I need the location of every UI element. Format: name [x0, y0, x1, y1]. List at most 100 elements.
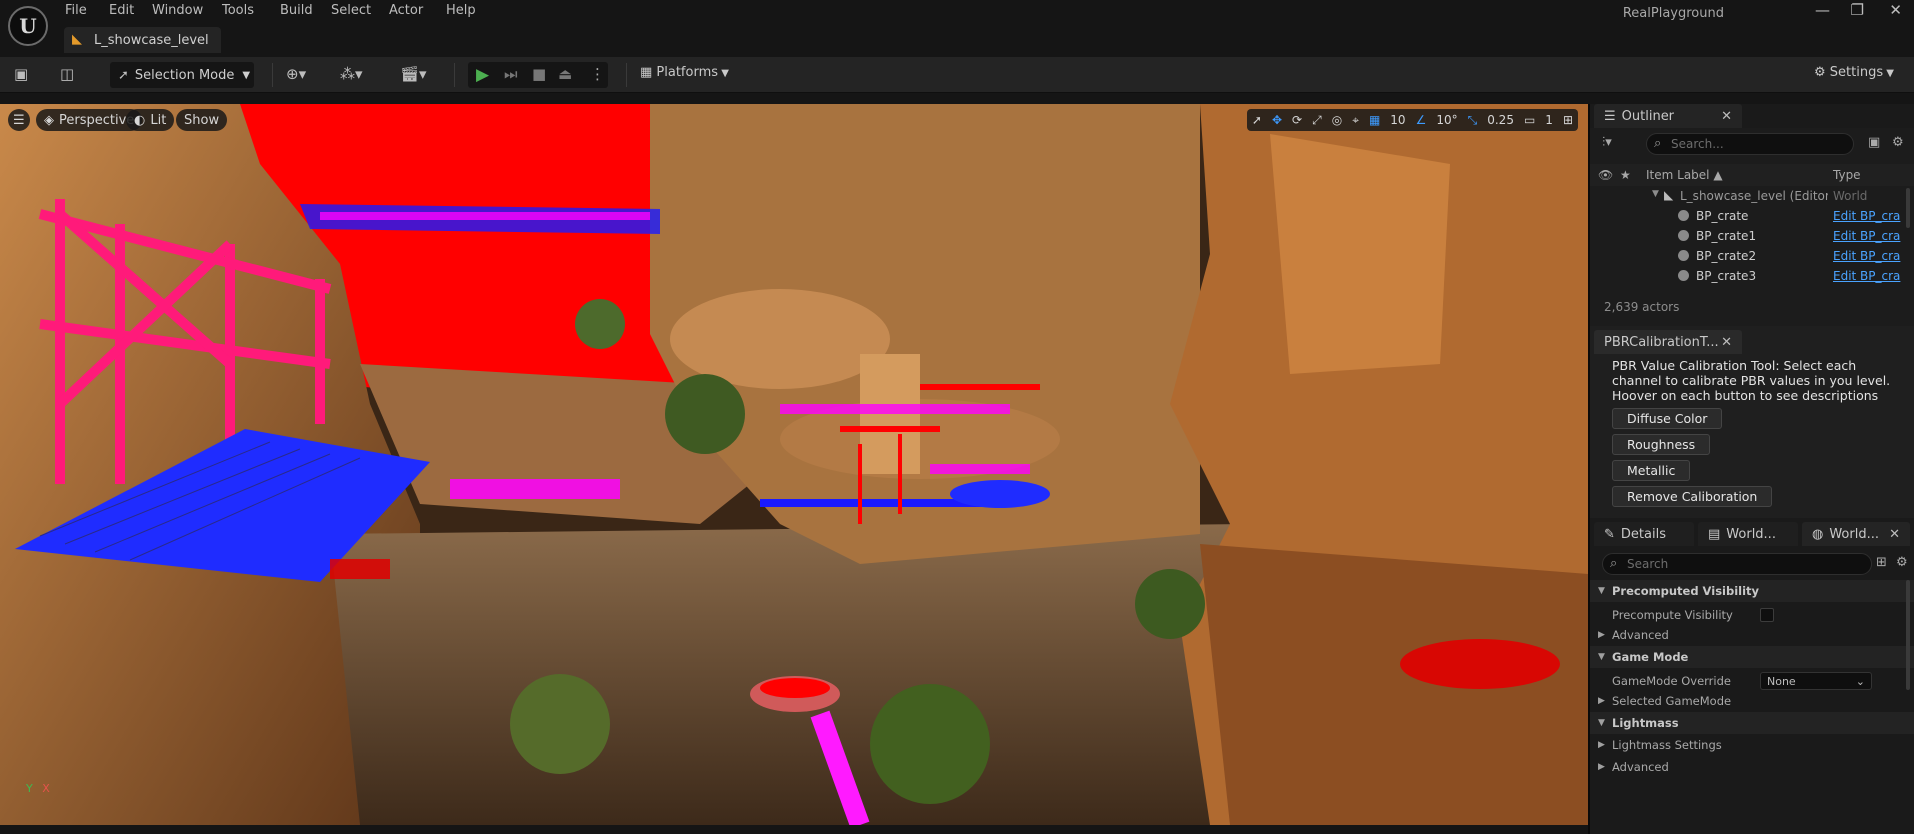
- transform-tools: ➚ ✥ ⟳ ⤢ ◎ ⌖ ▦ 10 ∠ 10° ⤡ 0.25 ▭ 1 ⊞: [1246, 109, 1578, 131]
- filter-icon[interactable]: ⫶▾: [1602, 135, 1612, 150]
- category-precomputed-visibility[interactable]: ▼ Precomputed Visibility: [1590, 580, 1914, 602]
- rotation-snap-icon[interactable]: ∠: [1411, 113, 1432, 127]
- add-folder-icon[interactable]: ▣: [1868, 135, 1880, 150]
- tab-world-settings[interactable]: ◍ World... ✕: [1802, 522, 1910, 546]
- close-icon[interactable]: ✕: [1721, 335, 1732, 350]
- save-icon[interactable]: ▣: [14, 65, 28, 83]
- tab-details[interactable]: ✎ Details: [1594, 522, 1694, 546]
- select-tool-icon[interactable]: ➚: [1247, 113, 1267, 127]
- minimize-button[interactable]: —: [1815, 1, 1830, 19]
- level-tab[interactable]: ◣ L_showcase_level: [64, 27, 221, 53]
- list-item[interactable]: ▼ ◣ L_showcase_level (Editor) World: [1590, 186, 1914, 206]
- hamburger-icon: ☰: [13, 112, 25, 128]
- row-type-link[interactable]: Edit BP_cra: [1833, 249, 1900, 263]
- scale-snap-value[interactable]: 0.25: [1482, 113, 1519, 127]
- step-icon[interactable]: ⏭: [504, 65, 518, 83]
- menu-tools[interactable]: Tools: [222, 3, 254, 18]
- world-space-icon[interactable]: ◎: [1327, 113, 1347, 127]
- gamemode-override-select[interactable]: None ⌄: [1760, 672, 1872, 690]
- maximize-button[interactable]: ❐: [1851, 1, 1864, 19]
- translate-tool-icon[interactable]: ✥: [1267, 113, 1287, 127]
- outliner-scrollbar[interactable]: [1906, 188, 1910, 228]
- show-button[interactable]: Show: [176, 109, 228, 131]
- tab-pbr-calibration[interactable]: PBRCalibrationT... ✕: [1594, 330, 1742, 354]
- row-type-link[interactable]: Edit BP_cra: [1833, 209, 1900, 223]
- actor-icon: [1678, 210, 1689, 221]
- actor-icon: [1678, 250, 1689, 261]
- eject-icon[interactable]: ⏏: [558, 65, 572, 83]
- list-item[interactable]: BP_crate3 Edit BP_cra: [1590, 266, 1914, 286]
- list-item[interactable]: BP_crate2 Edit BP_cra: [1590, 246, 1914, 266]
- row-type-link[interactable]: Edit BP_cra: [1833, 269, 1900, 283]
- blueprint-icon[interactable]: ⁂▾: [340, 65, 363, 83]
- advanced-expander[interactable]: ▶ Advanced: [1590, 756, 1914, 778]
- camera-speed-value[interactable]: 1: [1540, 113, 1558, 127]
- col-item-label[interactable]: Item Label ▲: [1646, 168, 1723, 182]
- platforms-dropdown[interactable]: ▦ Platforms ▼: [640, 65, 729, 80]
- pin-icon[interactable]: ★: [1620, 168, 1631, 182]
- roughness-button[interactable]: Roughness: [1612, 434, 1711, 455]
- menu-build[interactable]: Build: [280, 3, 313, 18]
- row-label: BP_crate: [1696, 209, 1749, 223]
- menu-select[interactable]: Select: [331, 3, 371, 18]
- outliner-search-input[interactable]: ⌕ Search...: [1646, 133, 1854, 155]
- camera-speed-icon[interactable]: ▭: [1519, 113, 1540, 127]
- lit-button[interactable]: ◐ Lit: [126, 109, 175, 131]
- play-icon[interactable]: ▶: [476, 65, 489, 85]
- viewport-menu-button[interactable]: ☰: [8, 109, 30, 131]
- selection-mode-dropdown[interactable]: ➚ Selection Mode ▼: [110, 62, 254, 88]
- category-lightmass[interactable]: ▼ Lightmass: [1590, 712, 1914, 734]
- col-type[interactable]: Type: [1833, 168, 1861, 182]
- level-viewport[interactable]: ☰ ◈ Perspective ◐ Lit Show ➚ ✥ ⟳ ⤢ ◎ ⌖ ▦ 1…: [0, 104, 1588, 825]
- gear-icon[interactable]: ⚙: [1896, 555, 1908, 570]
- scale-tool-icon[interactable]: ⤢: [1307, 113, 1327, 128]
- gear-icon[interactable]: ⚙: [1892, 135, 1904, 150]
- cinematics-icon[interactable]: 🎬︎▾: [400, 65, 427, 83]
- unreal-logo[interactable]: U: [8, 6, 48, 46]
- outliner-header: 👁︎ ★ Item Label ▲ Type: [1590, 164, 1914, 186]
- menu-help[interactable]: Help: [446, 3, 476, 18]
- details-search-input[interactable]: ⌕ Search: [1602, 553, 1872, 575]
- settings-dropdown[interactable]: ⚙ Settings ▼: [1814, 65, 1894, 80]
- precompute-visibility-checkbox[interactable]: [1760, 608, 1774, 622]
- outliner-icon: ☰: [1604, 108, 1616, 124]
- visibility-icon[interactable]: 👁︎: [1598, 168, 1613, 182]
- menu-window[interactable]: Window: [152, 3, 203, 18]
- tab-outliner[interactable]: ☰ Outliner ✕: [1594, 104, 1742, 128]
- selected-gamemode-expander[interactable]: ▶ Selected GameMode: [1590, 690, 1914, 712]
- surface-snap-icon[interactable]: ⌖: [1347, 113, 1364, 128]
- more-options-icon[interactable]: ⋮: [590, 65, 605, 83]
- table-view-icon[interactable]: ⊞: [1876, 555, 1887, 570]
- close-button[interactable]: ✕: [1889, 1, 1902, 19]
- row-label: BP_crate3: [1696, 269, 1757, 283]
- menu-edit[interactable]: Edit: [109, 3, 134, 18]
- list-item[interactable]: BP_crate1 Edit BP_cra: [1590, 226, 1914, 246]
- list-item[interactable]: BP_crate Edit BP_cra: [1590, 206, 1914, 226]
- grid-snap-value[interactable]: 10: [1385, 113, 1410, 127]
- category-label: Game Mode: [1612, 650, 1689, 664]
- advanced-expander[interactable]: ▶ Advanced: [1590, 624, 1914, 646]
- diffuse-color-button[interactable]: Diffuse Color: [1612, 408, 1723, 429]
- content-browser-icon[interactable]: ◫: [60, 65, 74, 83]
- tab-world-outliner[interactable]: ▤ World...: [1698, 522, 1798, 546]
- metallic-button[interactable]: Metallic: [1612, 460, 1691, 481]
- pbr-calibration-panel: PBRCalibrationT... ✕ PBR Value Calibrati…: [1590, 326, 1914, 518]
- stop-icon[interactable]: ■: [532, 65, 546, 83]
- remove-calibration-button[interactable]: Remove Caliboration: [1612, 486, 1773, 507]
- settings-label: Settings: [1829, 65, 1884, 80]
- close-icon[interactable]: ✕: [1889, 527, 1900, 542]
- layout-icon[interactable]: ⊞: [1558, 113, 1578, 127]
- menu-actor[interactable]: Actor: [389, 3, 423, 18]
- close-icon[interactable]: ✕: [1721, 109, 1732, 124]
- rotation-snap-value[interactable]: 10°: [1431, 113, 1462, 127]
- row-label: L_showcase_level (Editor): [1680, 189, 1828, 203]
- category-game-mode[interactable]: ▼ Game Mode: [1590, 646, 1914, 668]
- details-scrollbar[interactable]: [1906, 580, 1910, 690]
- scale-snap-icon[interactable]: ⤡: [1463, 113, 1483, 128]
- rotate-tool-icon[interactable]: ⟳: [1287, 113, 1307, 127]
- menu-file[interactable]: File: [65, 3, 87, 18]
- add-actor-icon[interactable]: ⊕▾: [286, 65, 306, 83]
- lightmass-settings-expander[interactable]: ▶ Lightmass Settings: [1590, 734, 1914, 756]
- row-type-link[interactable]: Edit BP_cra: [1833, 229, 1900, 243]
- grid-snap-icon[interactable]: ▦: [1364, 113, 1385, 127]
